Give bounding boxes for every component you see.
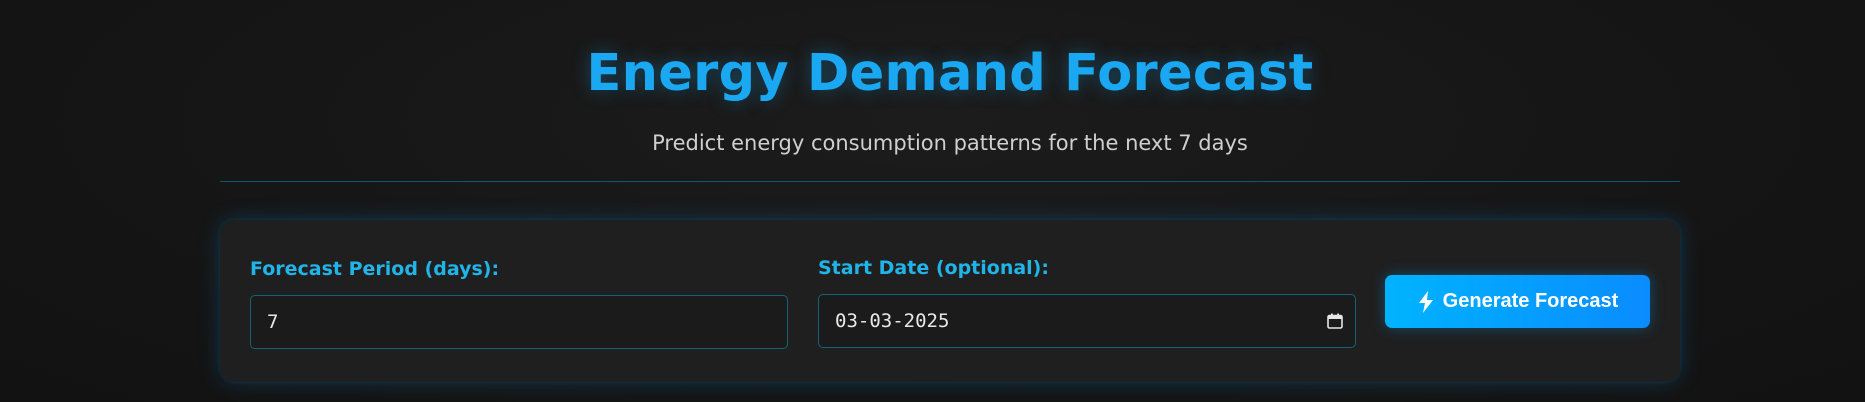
header: Energy Demand Forecast Predict energy co… bbox=[220, 0, 1680, 182]
generate-forecast-button[interactable]: Generate Forecast bbox=[1385, 275, 1650, 328]
start-date-label: Start Date (optional): bbox=[818, 257, 1049, 279]
forecast-period-input[interactable]: 7 bbox=[250, 295, 788, 349]
forecast-period-label: Forecast Period (days): bbox=[250, 258, 500, 280]
page-subtitle: Predict energy consumption patterns for … bbox=[652, 131, 1248, 155]
calendar-icon[interactable] bbox=[1327, 313, 1343, 329]
generate-forecast-label: Generate Forecast bbox=[1442, 290, 1619, 312]
lightning-bolt-icon bbox=[1418, 290, 1433, 313]
page: Energy Demand Forecast Predict energy co… bbox=[0, 0, 1865, 402]
page-title: Energy Demand Forecast bbox=[586, 44, 1314, 103]
start-date-value: 03-03-2025 bbox=[835, 310, 950, 332]
start-date-input[interactable]: 03-03-2025 bbox=[818, 294, 1356, 348]
